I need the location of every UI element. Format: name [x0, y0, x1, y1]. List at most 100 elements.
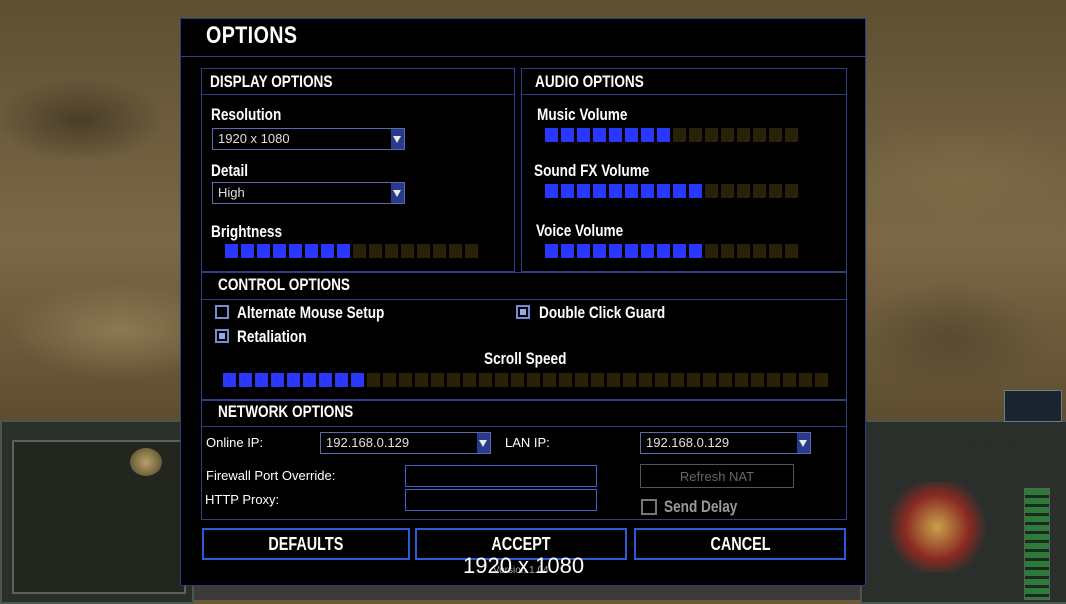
slider-segment[interactable]: [543, 373, 556, 387]
slider-segment[interactable]: [545, 128, 558, 142]
chevron-down-icon[interactable]: [797, 433, 810, 453]
slider-segment[interactable]: [385, 244, 398, 258]
lan-ip-dropdown[interactable]: 192.168.0.129: [640, 432, 811, 454]
slider-segment[interactable]: [657, 244, 670, 258]
slider-segment[interactable]: [673, 184, 686, 198]
slider-segment[interactable]: [703, 373, 716, 387]
slider-segment[interactable]: [479, 373, 492, 387]
slider-segment[interactable]: [785, 244, 798, 258]
slider-segment[interactable]: [721, 244, 734, 258]
slider-segment[interactable]: [737, 128, 750, 142]
slider-segment[interactable]: [753, 128, 766, 142]
slider-segment[interactable]: [705, 128, 718, 142]
slider-segment[interactable]: [401, 244, 414, 258]
scroll-speed-slider[interactable]: [223, 373, 828, 387]
slider-segment[interactable]: [241, 244, 254, 258]
slider-segment[interactable]: [737, 244, 750, 258]
slider-segment[interactable]: [321, 244, 334, 258]
firewall-port-input[interactable]: [405, 465, 597, 487]
slider-segment[interactable]: [625, 184, 638, 198]
slider-segment[interactable]: [769, 184, 782, 198]
alternate-mouse-checkbox[interactable]: [215, 305, 229, 319]
slider-segment[interactable]: [545, 184, 558, 198]
slider-segment[interactable]: [449, 244, 462, 258]
chevron-down-icon[interactable]: [477, 433, 490, 453]
slider-segment[interactable]: [751, 373, 764, 387]
slider-segment[interactable]: [223, 373, 236, 387]
slider-segment[interactable]: [673, 244, 686, 258]
slider-segment[interactable]: [559, 373, 572, 387]
slider-segment[interactable]: [753, 184, 766, 198]
slider-segment[interactable]: [607, 373, 620, 387]
slider-segment[interactable]: [769, 128, 782, 142]
music-volume-slider[interactable]: [545, 128, 798, 142]
resolution-dropdown[interactable]: 1920 x 1080: [212, 128, 405, 150]
slider-segment[interactable]: [287, 373, 300, 387]
slider-segment[interactable]: [657, 184, 670, 198]
slider-segment[interactable]: [271, 373, 284, 387]
slider-segment[interactable]: [769, 244, 782, 258]
slider-segment[interactable]: [257, 244, 270, 258]
slider-segment[interactable]: [799, 373, 812, 387]
slider-segment[interactable]: [705, 184, 718, 198]
slider-segment[interactable]: [383, 373, 396, 387]
slider-segment[interactable]: [673, 128, 686, 142]
slider-segment[interactable]: [305, 244, 318, 258]
slider-segment[interactable]: [689, 128, 702, 142]
slider-segment[interactable]: [609, 184, 622, 198]
slider-segment[interactable]: [721, 128, 734, 142]
slider-segment[interactable]: [609, 128, 622, 142]
retaliation-checkbox[interactable]: [215, 329, 229, 343]
slider-segment[interactable]: [273, 244, 286, 258]
slider-segment[interactable]: [495, 373, 508, 387]
slider-segment[interactable]: [639, 373, 652, 387]
slider-segment[interactable]: [463, 373, 476, 387]
slider-segment[interactable]: [783, 373, 796, 387]
detail-dropdown[interactable]: High: [212, 182, 405, 204]
chevron-down-icon[interactable]: [391, 129, 404, 149]
slider-segment[interactable]: [815, 373, 828, 387]
slider-segment[interactable]: [545, 244, 558, 258]
brightness-slider[interactable]: [225, 244, 478, 258]
slider-segment[interactable]: [593, 184, 606, 198]
slider-segment[interactable]: [735, 373, 748, 387]
slider-segment[interactable]: [351, 373, 364, 387]
slider-segment[interactable]: [767, 373, 780, 387]
slider-segment[interactable]: [511, 373, 524, 387]
slider-segment[interactable]: [625, 128, 638, 142]
slider-segment[interactable]: [689, 184, 702, 198]
cancel-button[interactable]: CANCEL: [634, 528, 846, 560]
slider-segment[interactable]: [721, 184, 734, 198]
slider-segment[interactable]: [561, 184, 574, 198]
slider-segment[interactable]: [225, 244, 238, 258]
slider-segment[interactable]: [719, 373, 732, 387]
slider-segment[interactable]: [641, 128, 654, 142]
slider-segment[interactable]: [353, 244, 366, 258]
slider-segment[interactable]: [303, 373, 316, 387]
slider-segment[interactable]: [255, 373, 268, 387]
slider-segment[interactable]: [593, 244, 606, 258]
slider-segment[interactable]: [625, 244, 638, 258]
slider-segment[interactable]: [447, 373, 460, 387]
online-ip-dropdown[interactable]: 192.168.0.129: [320, 432, 491, 454]
slider-segment[interactable]: [431, 373, 444, 387]
slider-segment[interactable]: [527, 373, 540, 387]
slider-segment[interactable]: [433, 244, 446, 258]
slider-segment[interactable]: [753, 244, 766, 258]
slider-segment[interactable]: [335, 373, 348, 387]
slider-segment[interactable]: [623, 373, 636, 387]
slider-segment[interactable]: [577, 128, 590, 142]
slider-segment[interactable]: [737, 184, 750, 198]
slider-segment[interactable]: [655, 373, 668, 387]
slider-segment[interactable]: [561, 128, 574, 142]
slider-segment[interactable]: [593, 128, 606, 142]
slider-segment[interactable]: [465, 244, 478, 258]
slider-segment[interactable]: [687, 373, 700, 387]
slider-segment[interactable]: [641, 184, 654, 198]
slider-segment[interactable]: [705, 244, 718, 258]
slider-segment[interactable]: [399, 373, 412, 387]
sound-fx-volume-slider[interactable]: [545, 184, 798, 198]
slider-segment[interactable]: [337, 244, 350, 258]
slider-segment[interactable]: [367, 373, 380, 387]
slider-segment[interactable]: [671, 373, 684, 387]
